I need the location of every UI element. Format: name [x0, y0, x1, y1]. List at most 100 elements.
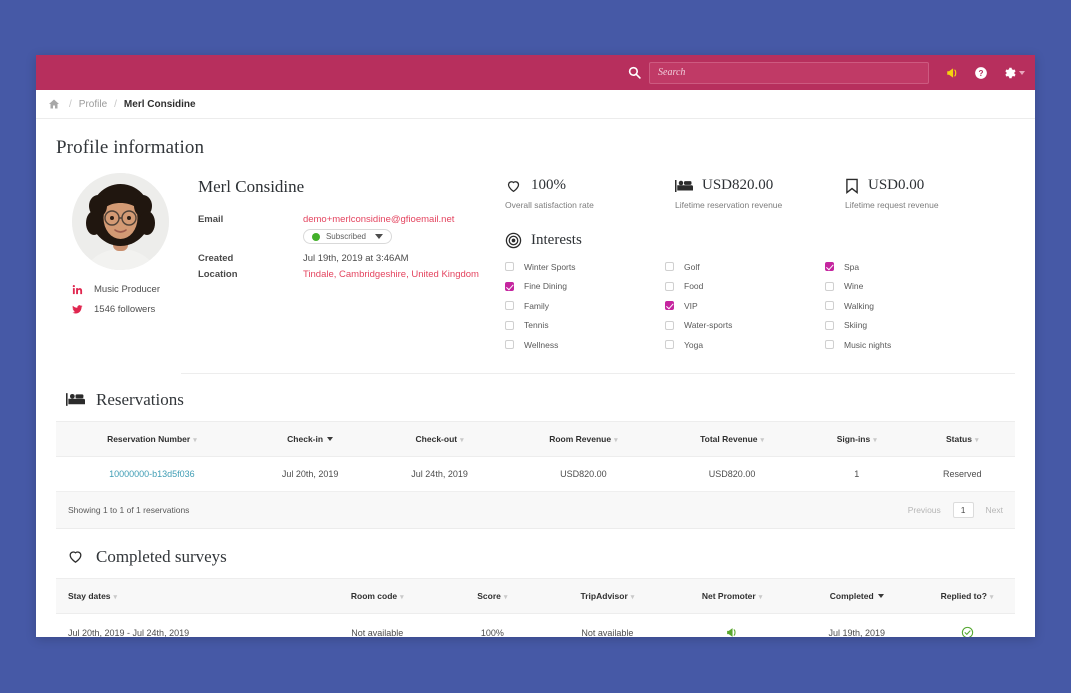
field-value-email: demo+merlconsidine@gfioemail.net: [302, 214, 455, 225]
interest-label: Family: [524, 300, 550, 311]
check-circle-icon: [961, 626, 974, 637]
subscription-status: Subscribed: [325, 232, 366, 241]
checkbox-icon[interactable]: [505, 340, 514, 350]
header-icon-group: ?: [945, 66, 1025, 80]
checkbox-icon[interactable]: [665, 281, 674, 291]
column-header-status[interactable]: Status ▾: [909, 420, 1015, 457]
interest-walking[interactable]: Walking: [825, 296, 985, 316]
checkbox-icon[interactable]: [825, 281, 834, 291]
cell-completed: Jul 19th, 2019: [794, 613, 920, 637]
column-header-tripadvisor[interactable]: TripAdvisor ▾: [545, 577, 670, 614]
column-header-completed[interactable]: Completed: [794, 577, 920, 614]
stat-request-revenue: USD0.00 Lifetime request revenue: [845, 177, 1015, 210]
checkbox-icon[interactable]: [505, 320, 514, 330]
column-header-score[interactable]: Score ▾: [439, 577, 546, 614]
avatar: [72, 173, 169, 270]
column-header-checkout[interactable]: Check-out ▾: [372, 420, 507, 457]
interest-tennis[interactable]: Tennis: [505, 316, 665, 336]
checkbox-icon[interactable]: [825, 262, 834, 272]
gear-icon[interactable]: [1002, 66, 1025, 80]
checkbox-icon[interactable]: [665, 301, 674, 311]
profile-details: Merl Considine Email demo+merlconsidine@…: [198, 173, 497, 355]
twitter-icon: [72, 304, 94, 315]
social-item-twitter[interactable]: 1546 followers: [72, 304, 198, 315]
pagination-page-1[interactable]: 1: [952, 501, 974, 518]
interest-fine-dining[interactable]: Fine Dining: [505, 277, 665, 297]
cell-checkin: Jul 20th, 2019: [247, 456, 373, 492]
reservation-number-link[interactable]: 10000000-b13d5f036: [109, 469, 195, 479]
target-icon: [505, 232, 522, 249]
stat-label-reservation-revenue: Lifetime reservation revenue: [675, 200, 783, 210]
subscription-dropdown[interactable]: Subscribed: [302, 229, 392, 244]
interest-golf[interactable]: Golf: [665, 257, 825, 277]
search-input[interactable]: [649, 61, 929, 84]
social-item-linkedin[interactable]: Music Producer: [72, 284, 198, 295]
checkbox-icon[interactable]: [665, 340, 674, 350]
interest-yoga[interactable]: Yoga: [665, 335, 825, 355]
checkbox-icon[interactable]: [665, 320, 674, 330]
heart-icon: [66, 548, 85, 565]
checkbox-icon[interactable]: [825, 340, 834, 350]
search-icon[interactable]: [628, 66, 641, 79]
pagination: Previous 1 Next: [908, 501, 1003, 518]
column-header-total-revenue[interactable]: Total Revenue ▾: [660, 420, 804, 457]
interest-family[interactable]: Family: [505, 296, 665, 316]
interests-title: Interests: [531, 232, 582, 248]
breadcrumb-link-profile[interactable]: Profile: [79, 99, 107, 110]
interest-label: Winter Sports: [524, 261, 576, 272]
surveys-title: Completed surveys: [96, 546, 227, 566]
checkbox-icon[interactable]: [825, 301, 834, 311]
interest-winter-sports[interactable]: Winter Sports: [505, 257, 665, 277]
column-header-room-revenue[interactable]: Room Revenue ▾: [506, 420, 661, 457]
checkbox-icon[interactable]: [505, 301, 514, 311]
social-label-twitter: 1546 followers: [94, 304, 156, 315]
pagination-next[interactable]: Next: [986, 505, 1003, 515]
app-window: ? / Profile / Merl Considi: [36, 55, 1035, 637]
interest-label: Walking: [844, 300, 874, 311]
field-created: Created Jul 19th, 2019 at 3:46AM: [198, 250, 497, 264]
bookmark-icon: [845, 178, 859, 194]
checkbox-icon[interactable]: [505, 262, 514, 272]
interest-label: Fine Dining: [524, 281, 567, 292]
checkbox-icon[interactable]: [825, 320, 834, 330]
cell-room-revenue: USD820.00: [506, 456, 661, 492]
interest-spa[interactable]: Spa: [825, 257, 985, 277]
cell-score: 100%: [439, 613, 546, 637]
pagination-previous[interactable]: Previous: [908, 505, 941, 515]
field-label-created: Created: [197, 253, 234, 264]
interest-wine[interactable]: Wine: [825, 277, 985, 297]
interest-skiing[interactable]: Skiing: [825, 316, 985, 336]
checkbox-icon[interactable]: [505, 281, 514, 291]
field-label-location: Location: [197, 269, 238, 280]
interest-wellness[interactable]: Wellness: [505, 335, 665, 355]
column-header-stay-dates[interactable]: Stay dates ▾: [56, 577, 315, 614]
column-header-replied-to[interactable]: Replied to? ▾: [919, 577, 1015, 614]
column-header-net-promoter[interactable]: Net Promoter ▾: [669, 577, 795, 614]
checkbox-icon[interactable]: [665, 262, 674, 272]
column-header-room-code[interactable]: Room code ▾: [314, 577, 440, 614]
table-header-row: Reservation Number ▾ Check-in Check-out ▾ …: [56, 420, 1015, 457]
interest-music-nights[interactable]: Music nights: [825, 335, 985, 355]
help-icon[interactable]: ?: [974, 66, 988, 80]
interest-vip[interactable]: VIP: [665, 296, 825, 316]
cell-tripadvisor: Not available: [545, 613, 670, 637]
top-header-bar: ?: [36, 55, 1035, 90]
interest-water-sports[interactable]: Water-sports: [665, 316, 825, 336]
cell-signins: 1: [803, 456, 910, 492]
cell-net-promoter: [669, 613, 795, 637]
breadcrumb-separator-1: /: [69, 98, 72, 110]
interest-label: Wine: [844, 281, 864, 292]
column-header-checkin[interactable]: Check-in: [247, 420, 373, 457]
bed-icon: [675, 179, 693, 193]
field-location: Location Tindale, Cambridgeshire, United…: [198, 266, 497, 280]
interests-grid: Winter Sports Fine Dining Family Tennis …: [505, 257, 1015, 355]
svg-text:?: ?: [979, 68, 984, 77]
home-icon[interactable]: [48, 98, 60, 110]
megaphone-icon[interactable]: [945, 66, 960, 80]
stat-value-request-revenue: USD0.00: [868, 177, 925, 193]
column-header-reservation-number[interactable]: Reservation Number ▾: [56, 420, 248, 457]
interest-food[interactable]: Food: [665, 277, 825, 297]
cell-total-revenue: USD820.00: [660, 456, 804, 492]
stat-label-satisfaction: Overall satisfaction rate: [505, 200, 594, 210]
column-header-signins[interactable]: Sign-ins ▾: [803, 420, 910, 457]
